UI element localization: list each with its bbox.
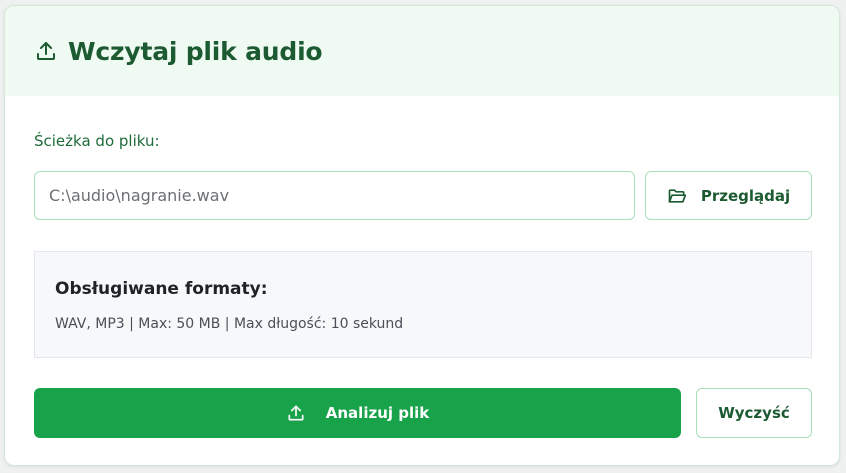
folder-open-icon	[667, 186, 687, 206]
formats-description: WAV, MP3 | Max: 50 MB | Max długość: 10 …	[55, 316, 404, 332]
browse-button[interactable]: Przeglądaj	[645, 171, 812, 220]
file-path-label: Ścieżka do pliku:	[34, 132, 160, 150]
page-title: Wczytaj plik audio	[68, 36, 323, 66]
upload-icon	[286, 403, 306, 423]
analyze-button-label: Analizuj plik	[325, 404, 430, 422]
upload-icon	[34, 39, 58, 63]
clear-button-label: Wyczyść	[718, 404, 790, 422]
formats-title: Obsługiwane formaty:	[55, 279, 268, 299]
browse-button-label: Przeglądaj	[700, 186, 791, 205]
file-path-input[interactable]	[34, 171, 635, 220]
analyze-file-button[interactable]: Analizuj plik	[34, 388, 681, 438]
supported-formats-box: Obsługiwane formaty: WAV, MP3 | Max: 50 …	[34, 251, 812, 358]
clear-button[interactable]: Wyczyść	[696, 388, 812, 438]
card-header: Wczytaj plik audio	[5, 6, 839, 96]
upload-card: Wczytaj plik audio Ścieżka do pliku: Prz…	[4, 5, 840, 466]
